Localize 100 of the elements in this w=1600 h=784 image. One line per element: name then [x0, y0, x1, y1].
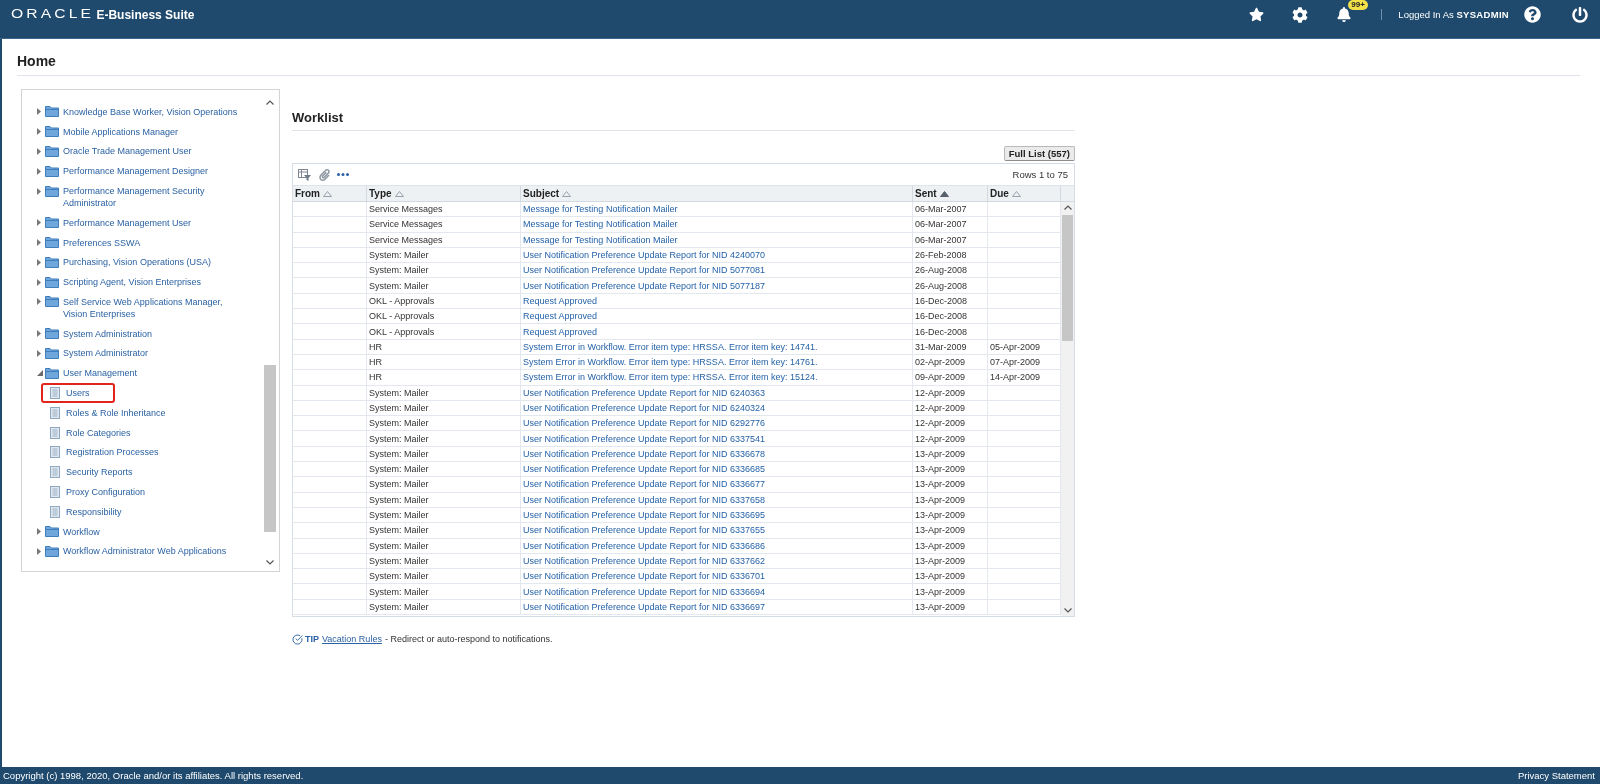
navigator-link[interactable]: Role Categories	[66, 426, 131, 439]
bell-icon[interactable]	[1337, 7, 1352, 22]
message-type: Service Messages	[369, 233, 443, 246]
column-header[interactable]: Due	[988, 186, 1061, 201]
navigator-link[interactable]: System Administration	[63, 327, 153, 340]
subject-link[interactable]: User Notification Preference Update Report for NID 6336677	[523, 478, 766, 491]
subject-link[interactable]: User Notification Preference Update Report for NID 6336701	[523, 570, 766, 583]
subject-link[interactable]: User Notification Preference Update Report for NID 6337655	[523, 524, 766, 537]
brand-logo: ORACLE	[11, 8, 94, 21]
subject-link[interactable]: User Notification Preference Update Report for NID 6337658	[523, 493, 766, 506]
subject-link[interactable]: Request Approved	[523, 294, 598, 307]
collapsed-arrow-icon[interactable]	[37, 258, 41, 266]
sort-icon[interactable]	[323, 190, 332, 197]
navigator-link[interactable]: Users	[66, 387, 90, 400]
column-header[interactable]: From	[293, 186, 367, 201]
navigator-link[interactable]: Performance Management Security Administrator	[63, 185, 238, 209]
navigator-link[interactable]: Self Service Web Applications Manager, Vision Enterprises	[63, 295, 238, 320]
collapsed-arrow-icon[interactable]	[37, 167, 41, 175]
navigator-link[interactable]: Responsibility	[66, 505, 122, 518]
subject-link[interactable]: System Error in Workflow. Error item type: HRSSA. Error item key: 14761.	[523, 356, 818, 369]
scrollbar-thumb[interactable]	[264, 365, 276, 532]
navigator-link[interactable]: Security Reports	[66, 466, 133, 479]
scroll-down-icon[interactable]	[266, 560, 274, 565]
collapsed-arrow-icon[interactable]	[37, 128, 41, 136]
subject-link[interactable]: User Notification Preference Update Report for NID 6337541	[523, 432, 766, 445]
power-icon[interactable]	[1572, 6, 1588, 23]
subject-link[interactable]: User Notification Preference Update Report for NID 6337662	[523, 554, 766, 567]
subject-link[interactable]: System Error in Workflow. Error item type: HRSSA. Error item key: 14741.	[523, 340, 818, 353]
navigator-link[interactable]: Knowledge Base Worker, Vision Operations	[63, 105, 238, 118]
message-type: OKL - Approvals	[369, 325, 435, 338]
subject-link[interactable]: User Notification Preference Update Report for NID 5077187	[523, 279, 766, 292]
scroll-up-icon[interactable]	[266, 100, 274, 105]
navigator-link[interactable]: Performance Management Designer	[63, 165, 209, 178]
navigator-link[interactable]: Workflow Administrator Web Applications	[63, 545, 227, 558]
collapsed-arrow-icon[interactable]	[37, 350, 41, 357]
sent-date: 13-Apr-2009	[915, 463, 966, 476]
column-header[interactable]: Type	[367, 186, 521, 201]
subject-link[interactable]: User Notification Preference Update Report for NID 6336694	[523, 585, 766, 598]
collapsed-arrow-icon[interactable]	[37, 278, 41, 286]
subject-link[interactable]: User Notification Preference Update Report for NID 6240324	[523, 402, 766, 414]
subject-link[interactable]: Message for Testing Notification Mailer	[523, 203, 678, 216]
subject-link[interactable]: User Notification Preference Update Report for NID 5077081	[523, 264, 766, 277]
star-icon[interactable]	[1249, 7, 1265, 22]
navigator-link[interactable]: System Administrator	[63, 347, 149, 360]
subject-link[interactable]: Message for Testing Notification Mailer	[523, 218, 678, 231]
table-filter-icon[interactable]	[298, 168, 311, 181]
scroll-up-icon[interactable]	[1064, 205, 1072, 210]
privacy-statement-link[interactable]: Privacy Statement	[1517, 770, 1595, 781]
navigator-link[interactable]: Oracle Trade Management User	[63, 145, 192, 158]
collapsed-arrow-icon[interactable]	[37, 219, 41, 227]
subject-link[interactable]: Message for Testing Notification Mailer	[523, 233, 678, 246]
subject-link[interactable]: User Notification Preference Update Report for NID 4240070	[523, 249, 766, 262]
sort-icon[interactable]	[562, 190, 572, 197]
paperclip-icon[interactable]	[319, 168, 330, 181]
sort-icon[interactable]	[1011, 190, 1021, 197]
navigator-link[interactable]: User Management	[63, 367, 138, 380]
navigator-link[interactable]: Workflow	[63, 525, 100, 538]
navigator-link[interactable]: Performance Management User	[63, 216, 192, 229]
navigator-link[interactable]: Mobile Applications Manager	[63, 125, 179, 138]
subject-link[interactable]: System Error in Workflow. Error item type: HRSSA. Error item key: 15124.	[523, 371, 818, 384]
collapsed-arrow-icon[interactable]	[37, 528, 41, 536]
folder-icon	[45, 296, 59, 308]
collapsed-arrow-icon[interactable]	[37, 187, 41, 195]
scrollbar-thumb[interactable]	[1062, 215, 1073, 341]
subject-link[interactable]: User Notification Preference Update Report for NID 6336695	[523, 509, 766, 522]
collapsed-arrow-icon[interactable]	[37, 108, 41, 116]
ellipsis-icon[interactable]	[337, 173, 349, 176]
navigator-link[interactable]: Purchasing, Vision Operations (USA)	[63, 256, 211, 269]
scrollbar-track[interactable]	[1061, 202, 1074, 616]
settings-icon[interactable]	[1292, 6, 1309, 23]
sent-date: 16-Dec-2008	[915, 294, 968, 307]
navigator-link[interactable]: Preferences SSWA	[63, 236, 141, 249]
collapsed-arrow-icon[interactable]	[37, 330, 41, 338]
vacation-rules-link[interactable]: Vacation Rules	[322, 634, 382, 644]
full-list-button[interactable]: Full List (557)	[1003, 146, 1075, 161]
document-icon	[50, 486, 60, 499]
navigator-link[interactable]: Registration Processes	[66, 446, 159, 459]
column-header[interactable]: Sent	[913, 186, 988, 201]
subject-link[interactable]: User Notification Preference Update Report for NID 6240363	[523, 386, 766, 399]
subject-link[interactable]: User Notification Preference Update Report for NID 6292776	[523, 417, 766, 430]
subject-link[interactable]: User Notification Preference Update Report for NID 6336678	[523, 447, 766, 460]
subject-link[interactable]: Request Approved	[523, 310, 598, 323]
subject-link[interactable]: Request Approved	[523, 325, 598, 338]
subject-link[interactable]: User Notification Preference Update Report for NID 6336685	[523, 463, 766, 476]
navigator-link[interactable]: Roles & Role Inheritance	[66, 406, 166, 419]
sorted-ascending-icon[interactable]	[939, 190, 949, 197]
help-icon[interactable]	[1524, 6, 1541, 23]
folder-icon	[45, 165, 59, 177]
column-header[interactable]: Subject	[521, 186, 913, 201]
expanded-arrow-icon[interactable]	[37, 370, 43, 377]
subject-link[interactable]: User Notification Preference Update Report for NID 6336697	[523, 600, 766, 613]
collapsed-arrow-icon[interactable]	[37, 298, 41, 306]
scroll-down-icon[interactable]	[1064, 608, 1072, 613]
sort-icon[interactable]	[394, 190, 404, 197]
navigator-link[interactable]: Scripting Agent, Vision Enterprises	[63, 276, 201, 289]
navigator-link[interactable]: Proxy Configuration	[66, 486, 146, 499]
collapsed-arrow-icon[interactable]	[37, 239, 41, 247]
collapsed-arrow-icon[interactable]	[37, 547, 41, 555]
subject-link[interactable]: User Notification Preference Update Report for NID 6336686	[523, 539, 766, 552]
collapsed-arrow-icon[interactable]	[37, 147, 41, 155]
